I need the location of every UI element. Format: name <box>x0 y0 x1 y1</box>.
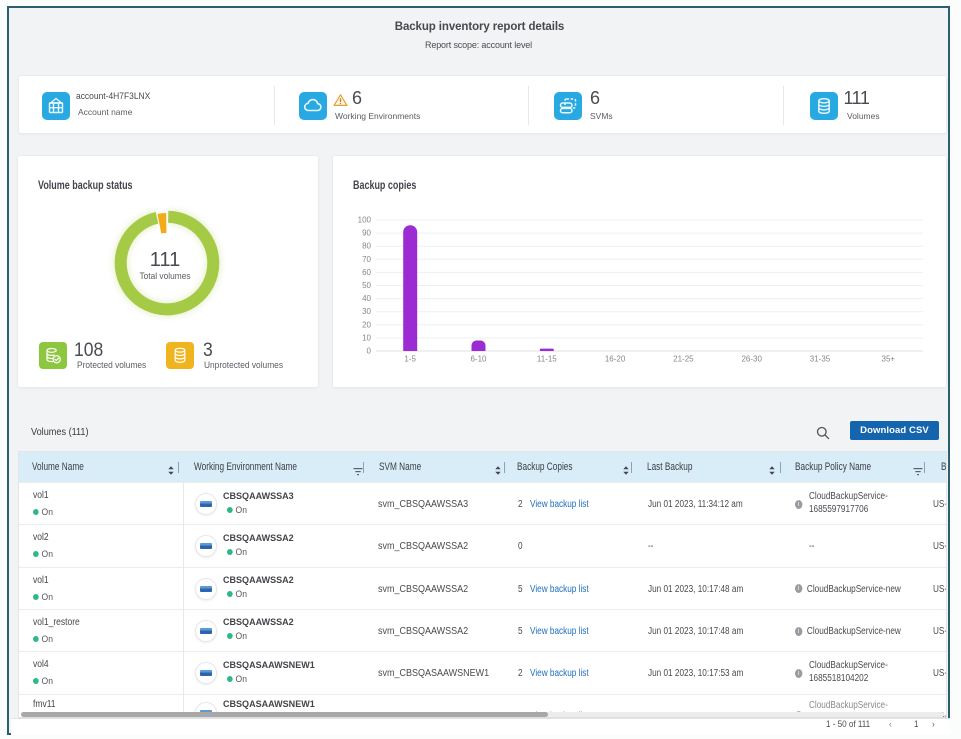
svg-text:30: 30 <box>362 307 371 316</box>
svg-text:40: 40 <box>362 294 371 303</box>
svg-text:10: 10 <box>362 333 371 342</box>
svg-text:50: 50 <box>362 281 371 290</box>
svg-text:60: 60 <box>362 268 371 277</box>
svg-text:70: 70 <box>362 255 371 264</box>
svg-text:80: 80 <box>362 242 371 251</box>
svg-text:1-5: 1-5 <box>404 355 416 364</box>
svg-text:6-10: 6-10 <box>470 355 487 364</box>
svg-text:0: 0 <box>367 347 372 356</box>
svg-text:16-20: 16-20 <box>605 355 626 364</box>
svg-text:31-35: 31-35 <box>810 355 831 364</box>
svg-text:100: 100 <box>358 216 372 225</box>
svg-text:11-15: 11-15 <box>537 355 557 364</box>
svg-text:20: 20 <box>362 320 371 329</box>
svg-text:35+: 35+ <box>882 355 896 364</box>
svg-text:90: 90 <box>362 229 371 238</box>
svg-text:21-25: 21-25 <box>673 355 694 364</box>
svg-text:26-30: 26-30 <box>741 355 762 364</box>
